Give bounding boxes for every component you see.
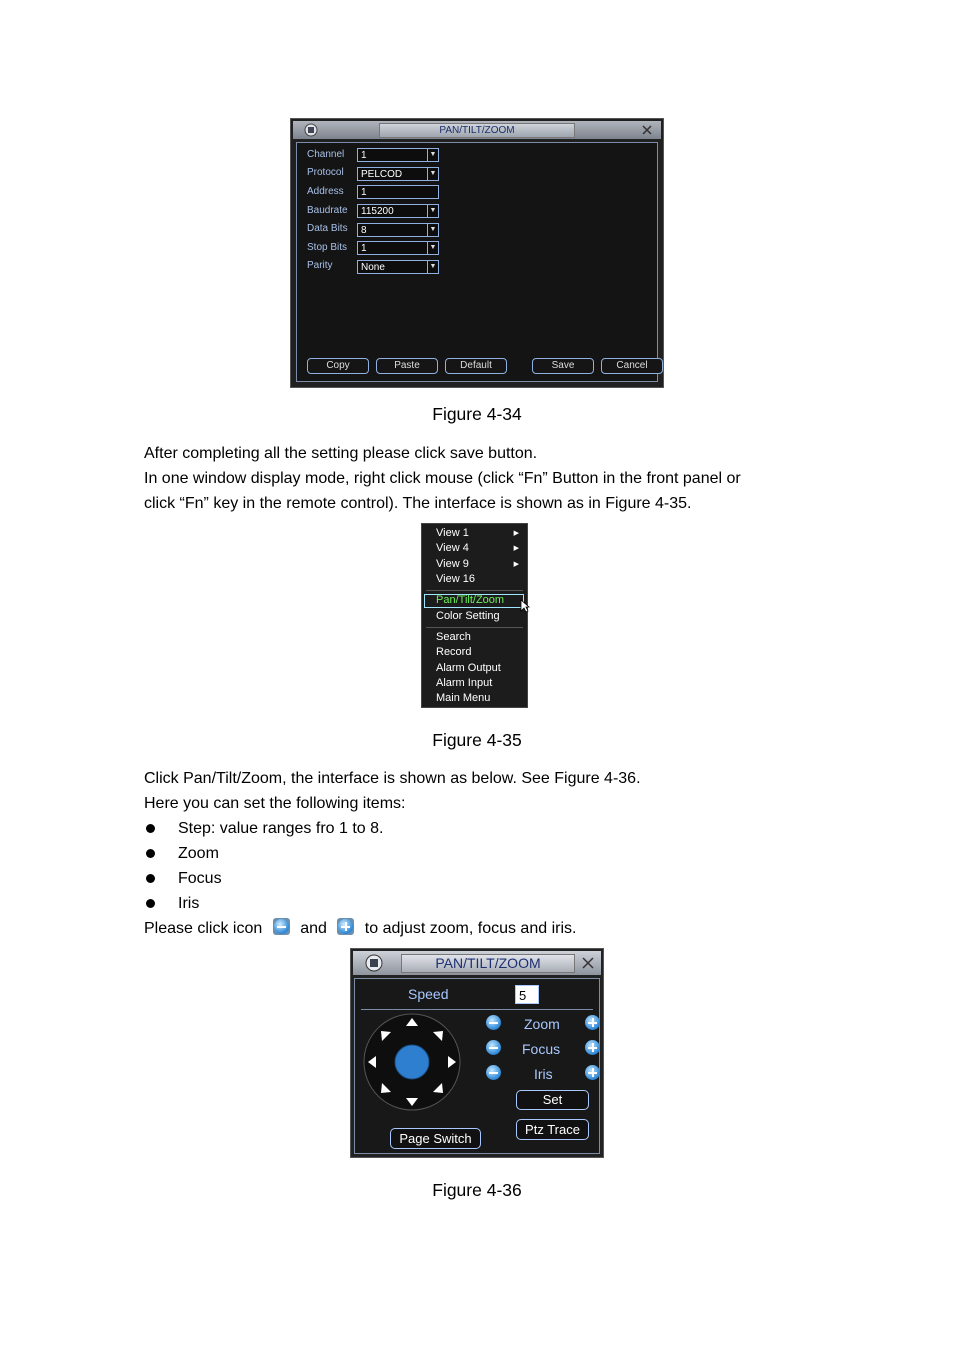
- paragraph-icons: Please click icon and to adjust zoom, fo…: [144, 918, 577, 937]
- iris-plus-button[interactable]: [585, 1065, 600, 1080]
- figure-caption-4-35: Figure 4-35: [432, 730, 522, 750]
- figure-caption-4-36: Figure 4-36: [432, 1180, 522, 1200]
- minus-icon: [272, 918, 290, 935]
- window-titlebar: PAN/TILT/ZOOM: [353, 951, 601, 975]
- default-button[interactable]: Default: [445, 358, 507, 374]
- speed-input[interactable]: 5: [515, 985, 539, 1004]
- address-label: Address: [307, 186, 344, 197]
- iris-minus-button[interactable]: [486, 1065, 501, 1080]
- mouse-cursor-icon: [520, 599, 530, 613]
- paragraph: Here you can set the following items:: [144, 795, 406, 812]
- menu-item-pan-tilt-zoom[interactable]: Pan/Tilt/Zoom: [436, 594, 504, 607]
- save-button[interactable]: Save: [532, 358, 594, 374]
- ptz-camera-icon: [304, 123, 318, 137]
- speed-label: Speed: [408, 986, 449, 1002]
- menu-item-color-setting[interactable]: Color Setting: [436, 610, 500, 623]
- bullet-icon: [146, 899, 155, 908]
- paragraph: In one window display mode, right click …: [144, 470, 741, 487]
- data-bits-label: Data Bits: [307, 223, 348, 234]
- dropdown-arrow-icon[interactable]: ▼: [427, 261, 438, 273]
- channel-select[interactable]: 1 ▼: [357, 148, 439, 162]
- dropdown-arrow-icon[interactable]: ▼: [427, 205, 438, 217]
- focus-plus-button[interactable]: [585, 1040, 600, 1055]
- zoom-minus-button[interactable]: [486, 1015, 501, 1030]
- paragraph: After completing all the setting please …: [144, 445, 538, 462]
- zoom-label: Zoom: [524, 1016, 560, 1032]
- ptz-control-panel: Speed 5 Zoom Focus Iris Set Ptz Trace Pa…: [354, 978, 600, 1154]
- divider: [361, 1009, 593, 1010]
- menu-item-alarm-input[interactable]: Alarm Input: [436, 677, 492, 690]
- bullet-icon: [146, 824, 155, 833]
- paste-button[interactable]: Paste: [376, 358, 438, 374]
- menu-divider: [426, 590, 523, 591]
- cancel-button[interactable]: Cancel: [601, 358, 663, 374]
- iris-label: Iris: [534, 1066, 553, 1082]
- bullet-icon: [146, 849, 155, 858]
- focus-minus-button[interactable]: [486, 1040, 501, 1055]
- stop-bits-select[interactable]: 1 ▼: [357, 241, 439, 255]
- page-switch-button[interactable]: Page Switch: [390, 1128, 481, 1149]
- paragraph: Click Pan/Tilt/Zoom, the interface is sh…: [144, 770, 641, 787]
- dropdown-arrow-icon[interactable]: ▼: [427, 242, 438, 254]
- protocol-select[interactable]: PELCOD ▼: [357, 167, 439, 181]
- ptz-trace-button[interactable]: Ptz Trace: [516, 1119, 589, 1140]
- parity-select[interactable]: None ▼: [357, 260, 439, 274]
- menu-item-record[interactable]: Record: [436, 646, 471, 659]
- menu-item-view-1[interactable]: View 1: [436, 527, 469, 540]
- window-title: PAN/TILT/ZOOM: [401, 954, 575, 973]
- submenu-arrow-icon: ▶: [513, 561, 519, 568]
- center-joystick-icon: [394, 1044, 430, 1080]
- bullet-icon: [146, 874, 155, 883]
- window-titlebar: PAN/TILT/ZOOM: [293, 121, 661, 139]
- menu-divider: [426, 627, 523, 628]
- data-bits-select[interactable]: 8 ▼: [357, 223, 439, 237]
- dropdown-arrow-icon[interactable]: ▼: [427, 168, 438, 180]
- stop-bits-label: Stop Bits: [307, 242, 348, 253]
- dropdown-arrow-icon[interactable]: ▼: [427, 224, 438, 236]
- parity-label: Parity: [307, 260, 333, 271]
- figure-caption-4-34: Figure 4-34: [432, 404, 522, 424]
- ptz-settings-window: PAN/TILT/ZOOM Channel 1 ▼ Protocol PELCOD…: [290, 118, 664, 388]
- menu-item-main-menu[interactable]: Main Menu: [436, 692, 490, 705]
- paragraph: click “Fn” key in the remote control). T…: [144, 495, 692, 512]
- settings-panel: Channel 1 ▼ Protocol PELCOD ▼ Address 1 Ba…: [296, 142, 663, 382]
- protocol-label: Protocol: [307, 167, 344, 178]
- direction-pad[interactable]: [363, 1013, 461, 1111]
- menu-item-search[interactable]: Search: [436, 631, 471, 644]
- menu-item-view-9[interactable]: View 9: [436, 558, 469, 571]
- close-icon[interactable]: [581, 956, 595, 970]
- ptz-control-window: PAN/TILT/ZOOM Speed 5 Zoom Focus Iris Se…: [350, 948, 604, 1158]
- menu-item-alarm-output[interactable]: Alarm Output: [436, 662, 501, 675]
- focus-label: Focus: [522, 1041, 561, 1057]
- close-icon[interactable]: [641, 124, 653, 136]
- set-button[interactable]: Set: [516, 1090, 589, 1110]
- ptz-camera-icon: [365, 954, 383, 972]
- plus-icon: [337, 918, 355, 935]
- baudrate-label: Baudrate: [307, 205, 348, 216]
- address-input[interactable]: 1: [357, 185, 439, 199]
- copy-button[interactable]: Copy: [307, 358, 369, 374]
- channel-label: Channel: [307, 149, 345, 160]
- zoom-plus-button[interactable]: [585, 1015, 600, 1030]
- menu-item-view-4[interactable]: View 4: [436, 542, 469, 555]
- window-title: PAN/TILT/ZOOM: [379, 123, 575, 138]
- submenu-arrow-icon: ▶: [513, 530, 519, 537]
- dropdown-arrow-icon[interactable]: ▼: [427, 149, 438, 161]
- right-click-menu: View 1 ▶ View 4 ▶ View 9 ▶ View 16 Pan/T…: [421, 523, 530, 708]
- baudrate-select[interactable]: 115200 ▼: [357, 204, 439, 218]
- submenu-arrow-icon: ▶: [513, 545, 519, 552]
- menu-item-view-16[interactable]: View 16: [436, 573, 475, 586]
